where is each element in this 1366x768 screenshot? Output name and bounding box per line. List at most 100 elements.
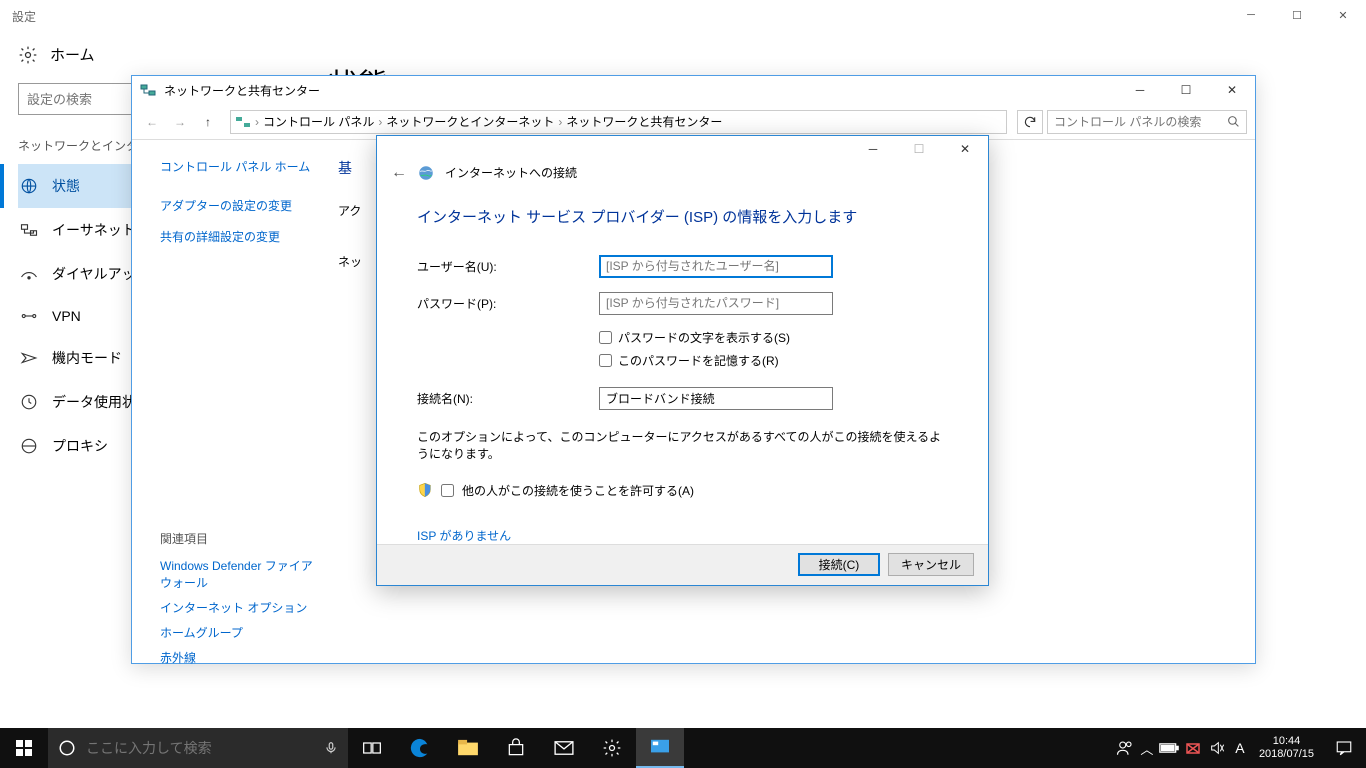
sharing-settings-link[interactable]: 共有の詳細設定の変更 [160, 228, 320, 245]
explorer-icon[interactable] [444, 728, 492, 768]
vpn-icon [20, 309, 38, 323]
related-list: Windows Defender ファイアウォール インターネット オプション … [160, 557, 320, 666]
nav-status-label: 状態 [52, 176, 80, 196]
maximize-button[interactable]: ☐ [1163, 76, 1209, 104]
chevron-right-icon: › [378, 115, 382, 129]
connection-name-input[interactable] [599, 387, 833, 410]
taskbar: ︿ A 10:44 2018/07/15 [0, 728, 1366, 768]
show-password-checkbox[interactable] [599, 331, 612, 344]
connect-button[interactable]: 接続(C) [798, 553, 880, 576]
settings-window-controls: ─ ☐ ✕ [1228, 0, 1366, 30]
ime-icon[interactable]: A [1229, 740, 1251, 756]
cancel-button[interactable]: キャンセル [888, 553, 974, 576]
settings-icon[interactable] [588, 728, 636, 768]
breadcrumb-sharing[interactable]: ネットワークと共有センター [566, 113, 722, 130]
edge-icon[interactable] [396, 728, 444, 768]
gear-icon [18, 45, 38, 65]
infrared-link[interactable]: 赤外線 [160, 649, 320, 666]
network-sidebar: コントロール パネル ホーム アダプターの設定の変更 共有の詳細設定の変更 関連… [132, 140, 332, 663]
back-button[interactable]: ← [140, 110, 164, 134]
no-isp-link[interactable]: ISP がありません [417, 527, 511, 544]
chevron-right-icon: › [255, 115, 259, 129]
up-button[interactable]: ↑ [196, 110, 220, 134]
cp-home-link[interactable]: コントロール パネル ホーム [160, 158, 320, 175]
network-title: ネットワークと共有センター [164, 82, 320, 99]
tray-chevron-icon[interactable]: ︿ [1137, 739, 1157, 758]
mail-icon[interactable] [540, 728, 588, 768]
clock-time: 10:44 [1259, 735, 1314, 748]
store-icon[interactable] [492, 728, 540, 768]
forward-button[interactable]: → [168, 110, 192, 134]
refresh-button[interactable] [1017, 110, 1043, 134]
proxy-icon [20, 437, 38, 455]
username-input[interactable] [599, 255, 833, 278]
minimize-button[interactable]: ─ [850, 136, 896, 162]
breadcrumb[interactable]: › コントロール パネル › ネットワークとインターネット › ネットワークと共… [230, 110, 1007, 134]
cp-search-input[interactable] [1054, 115, 1227, 129]
mic-icon[interactable] [324, 739, 338, 757]
cp-search-box[interactable] [1047, 110, 1247, 134]
taskbar-pinned [348, 728, 684, 768]
username-label: ユーザー名(U): [417, 258, 599, 275]
remember-password-label: このパスワードを記憶する(R) [618, 352, 779, 369]
adapter-settings-link[interactable]: アダプターの設定の変更 [160, 197, 320, 214]
taskbar-clock[interactable]: 10:44 2018/07/15 [1251, 735, 1322, 761]
task-view-icon[interactable] [348, 728, 396, 768]
close-button[interactable]: ✕ [1320, 0, 1366, 30]
data-icon [20, 393, 38, 411]
connection-name-row: 接続名(N): [417, 387, 948, 410]
maximize-button[interactable]: ☐ [896, 136, 942, 162]
battery-icon[interactable] [1157, 742, 1181, 754]
settings-home-label: ホーム [50, 44, 95, 65]
minimize-button[interactable]: ─ [1117, 76, 1163, 104]
show-password-row: パスワードの文字を表示する(S) [599, 329, 948, 346]
password-input[interactable] [599, 292, 833, 315]
ethernet-icon [20, 223, 38, 237]
dialog-titlebar: ─ ☐ ✕ [377, 136, 988, 162]
nav-ethernet-label: イーサネット [52, 220, 136, 240]
allow-others-label: 他の人がこの接続を使うことを許可する(A) [462, 482, 694, 499]
chevron-right-icon: › [558, 115, 562, 129]
nav-proxy-label: プロキシ [52, 436, 108, 456]
status-icon [20, 177, 38, 195]
control-panel-icon[interactable] [636, 728, 684, 768]
people-icon[interactable] [1113, 739, 1137, 757]
show-password-label: パスワードの文字を表示する(S) [618, 329, 790, 346]
action-center-icon[interactable] [1322, 739, 1366, 757]
airplane-icon [20, 349, 38, 367]
taskbar-search[interactable] [48, 728, 348, 768]
inet-options-link[interactable]: インターネット オプション [160, 599, 320, 616]
network-tray-icon[interactable] [1181, 740, 1205, 756]
shield-icon [417, 482, 433, 498]
network-titlebar: ネットワークと共有センター ─ ☐ ✕ [132, 76, 1255, 104]
password-row: パスワード(P): [417, 292, 948, 315]
network-icon [140, 82, 164, 98]
related-heading: 関連項目 [160, 530, 320, 547]
nav-vpn-label: VPN [52, 308, 81, 324]
dialup-icon [20, 267, 38, 281]
settings-home-row[interactable]: ホーム [18, 32, 328, 77]
allow-others-row: 他の人がこの接続を使うことを許可する(A) [417, 482, 948, 499]
homegroup-link[interactable]: ホームグループ [160, 624, 320, 641]
cortana-icon [58, 739, 76, 757]
volume-icon[interactable] [1205, 740, 1229, 756]
taskbar-search-input[interactable] [86, 740, 314, 756]
remember-password-checkbox[interactable] [599, 354, 612, 367]
start-button[interactable] [0, 728, 48, 768]
close-button[interactable]: ✕ [942, 136, 988, 162]
username-row: ユーザー名(U): [417, 255, 948, 278]
breadcrumb-icon [235, 114, 251, 130]
dialog-header: ← インターネットへの接続 [377, 164, 988, 182]
minimize-button[interactable]: ─ [1228, 0, 1274, 30]
settings-title: 設定 [12, 8, 36, 25]
maximize-button[interactable]: ☐ [1274, 0, 1320, 30]
breadcrumb-network[interactable]: ネットワークとインターネット [386, 113, 554, 130]
remember-password-row: このパスワードを記憶する(R) [599, 352, 948, 369]
globe-icon [417, 164, 435, 182]
defender-link[interactable]: Windows Defender ファイアウォール [160, 557, 320, 591]
back-arrow-icon[interactable]: ← [391, 164, 407, 182]
close-button[interactable]: ✕ [1209, 76, 1255, 104]
breadcrumb-cp[interactable]: コントロール パネル [263, 113, 374, 130]
allow-others-checkbox[interactable] [441, 484, 454, 497]
password-label: パスワード(P): [417, 295, 599, 312]
